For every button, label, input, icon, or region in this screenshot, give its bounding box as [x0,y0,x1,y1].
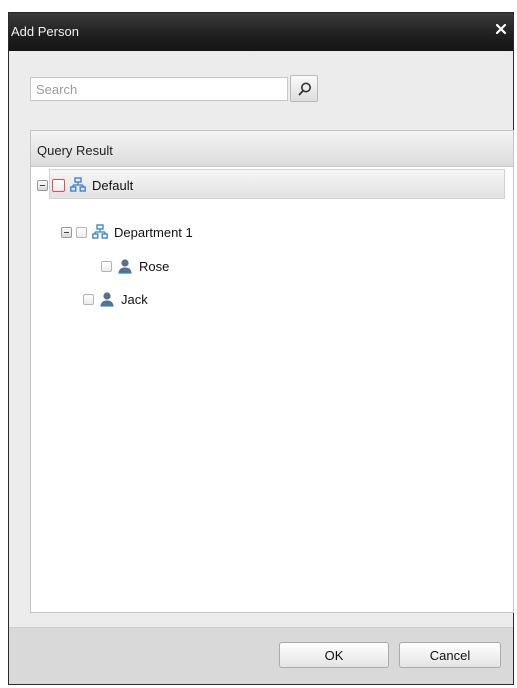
organization-icon [92,224,108,240]
search-button[interactable] [290,75,318,102]
tree-label-jack: Jack [121,291,148,307]
person-icon [117,258,133,274]
panel-header-title: Query Result [37,143,113,158]
query-result-panel: Query Result Default Department 1 Rose J… [30,130,514,613]
checkbox-department-1[interactable] [76,226,87,238]
cancel-button[interactable]: Cancel [399,642,501,668]
collapse-toggle[interactable] [37,179,48,191]
tree-node-rose[interactable]: Rose [101,256,169,276]
collapse-toggle[interactable] [61,226,72,238]
checkbox-jack[interactable] [83,293,94,305]
panel-header: Query Result [31,131,513,167]
checkbox-rose[interactable] [101,260,112,272]
tree-node-department-1[interactable]: Department 1 [61,222,193,242]
checkbox-default[interactable] [52,178,65,192]
tree-label-department-1: Department 1 [114,224,193,240]
add-person-dialog: Add Person Query Result [8,12,514,685]
search-input[interactable] [30,77,288,101]
organization-icon [70,177,86,193]
person-icon [99,291,115,307]
tree-node-jack[interactable]: Jack [83,289,148,309]
title-bar[interactable]: Add Person [9,13,513,51]
search-icon [298,82,311,96]
tree-node-default[interactable]: Default [37,175,133,195]
ok-button[interactable]: OK [279,642,389,668]
dialog-title: Add Person [11,24,79,39]
tree-label-rose: Rose [139,258,170,274]
tree-label-default: Default [92,177,134,193]
close-icon[interactable] [493,21,509,37]
